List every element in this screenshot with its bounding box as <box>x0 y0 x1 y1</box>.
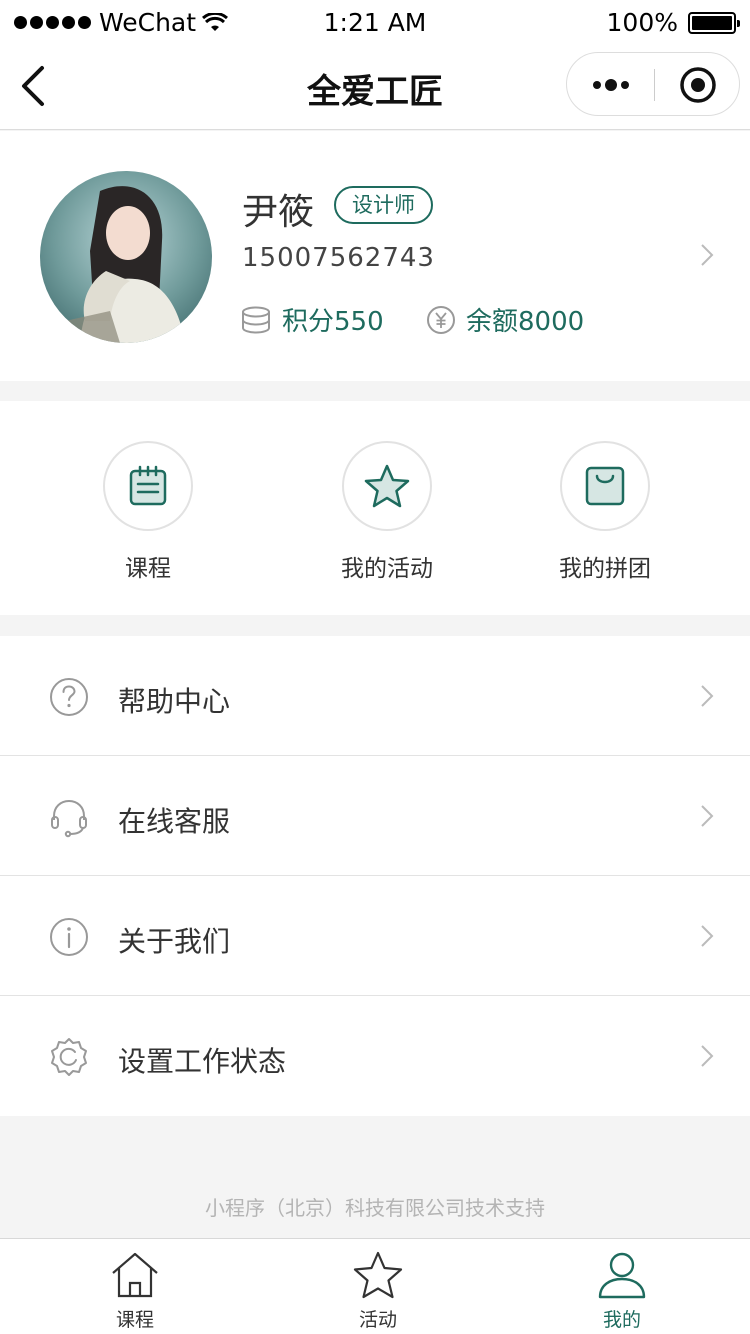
status-bar: WeChat 1:21 AM 100% <box>0 0 750 46</box>
help-circle-icon <box>50 678 88 716</box>
headset-icon <box>51 799 87 838</box>
quick-action-courses[interactable]: 课程 <box>48 441 248 583</box>
footer-support-text: 小程序（北京）科技有限公司技术支持 <box>205 1196 545 1220</box>
balance-label: 余额8000 <box>466 307 585 337</box>
menu-list: 帮助中心 在线客服 关于我们 设置工作状态 <box>0 636 750 1116</box>
profile-card[interactable]: 尹筱 设计师 15007562743 积分550 余额8000 <box>0 131 750 381</box>
chevron-right-icon <box>701 1045 714 1067</box>
home-icon <box>112 1252 158 1298</box>
shopping-bag-icon <box>585 466 625 506</box>
menu-item-about-us[interactable]: 关于我们 <box>0 876 750 996</box>
chevron-right-icon <box>701 244 714 266</box>
quick-action-activities[interactable]: 我的活动 <box>287 441 487 583</box>
points-info[interactable]: 积分550 <box>240 301 384 338</box>
tab-label: 我的 <box>602 1309 641 1331</box>
more-dots-icon <box>592 79 629 91</box>
tab-label: 活动 <box>358 1309 397 1331</box>
more-button[interactable] <box>567 53 654 117</box>
user-name: 尹筱 <box>242 192 315 233</box>
quick-action-icon-circle <box>342 441 432 531</box>
menu-item-help-center[interactable]: 帮助中心 <box>0 636 750 756</box>
info-circle-icon <box>50 918 88 956</box>
tab-mine[interactable]: 我的 <box>547 1251 697 1332</box>
points-label: 积分550 <box>282 307 384 337</box>
star-outline-icon <box>353 1251 403 1299</box>
balance-info[interactable]: 余额8000 <box>426 301 584 338</box>
avatar[interactable] <box>40 171 212 343</box>
phone-number: 15007562743 <box>242 243 435 273</box>
close-miniprogram-button[interactable] <box>655 53 741 117</box>
quick-action-group-buy[interactable]: 我的拼团 <box>505 441 705 583</box>
quick-action-label: 我的活动 <box>341 556 433 582</box>
menu-item-online-service[interactable]: 在线客服 <box>0 756 750 876</box>
quick-action-icon-circle <box>103 441 193 531</box>
menu-item-label: 设置工作状态 <box>118 1045 287 1078</box>
menu-item-label: 帮助中心 <box>118 685 231 718</box>
menu-item-work-status[interactable]: 设置工作状态 <box>0 996 750 1116</box>
quick-action-label: 我的拼团 <box>559 556 651 582</box>
quick-action-label: 课程 <box>125 556 171 582</box>
tab-activities[interactable]: 活动 <box>303 1251 453 1332</box>
chevron-right-icon <box>701 805 714 827</box>
menu-item-label: 关于我们 <box>118 925 231 958</box>
nav-bar: 全爱工匠 <box>0 46 750 130</box>
tab-bar: 课程 活动 我的 <box>0 1238 750 1334</box>
chevron-right-icon <box>701 685 714 707</box>
quick-action-icon-circle <box>560 441 650 531</box>
star-icon <box>364 464 410 508</box>
tab-label: 课程 <box>115 1309 154 1331</box>
role-badge: 设计师 <box>334 186 433 224</box>
yen-circle-icon <box>427 305 455 334</box>
chevron-right-icon <box>701 925 714 947</box>
miniprogram-capsule <box>566 52 740 116</box>
clipboard-icon <box>129 465 167 506</box>
battery-percent: 100% <box>606 8 678 37</box>
coins-icon <box>242 306 270 334</box>
status-battery: 100% <box>606 8 740 37</box>
user-icon <box>598 1252 646 1299</box>
battery-icon <box>688 11 740 34</box>
tab-courses[interactable]: 课程 <box>60 1251 210 1332</box>
quick-actions: 课程 我的活动 我的拼团 <box>0 401 750 615</box>
menu-item-label: 在线客服 <box>118 805 231 838</box>
settings-gear-icon <box>51 1038 87 1076</box>
target-circle-icon <box>680 67 716 103</box>
